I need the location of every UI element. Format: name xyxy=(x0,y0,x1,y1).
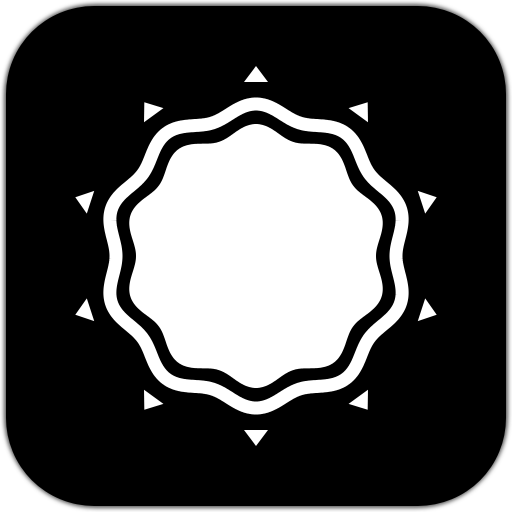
sun-badge-app-icon xyxy=(4,4,508,508)
icon-canvas xyxy=(0,0,512,512)
